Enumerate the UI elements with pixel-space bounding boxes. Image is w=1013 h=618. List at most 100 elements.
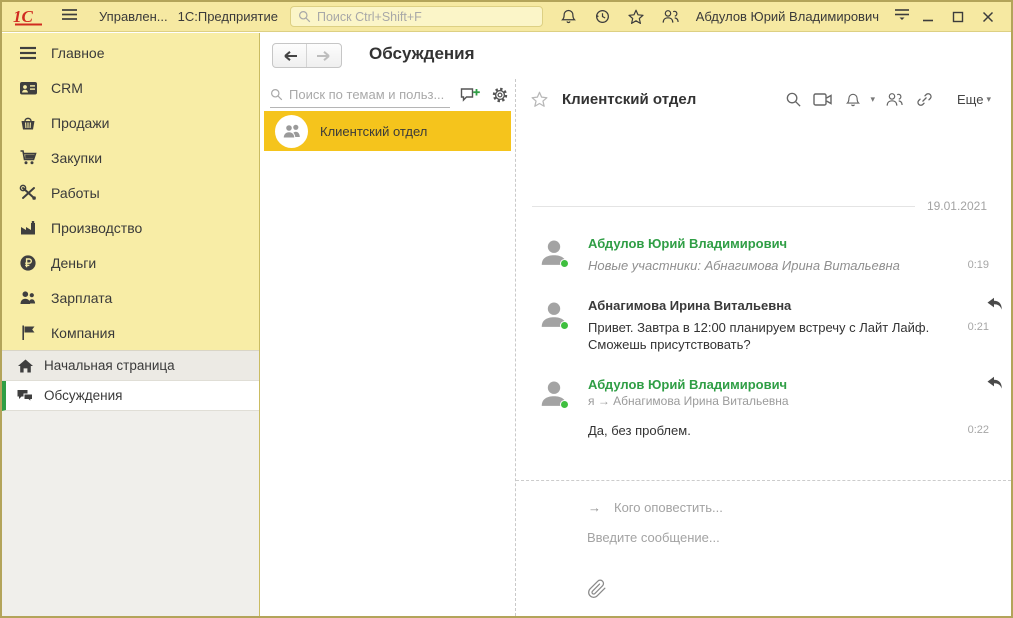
sidebar-item-label: Продажи: [51, 115, 109, 131]
sidebar-item-label: Производство: [51, 220, 142, 236]
window-title: Управлен...: [99, 9, 168, 24]
maximize-button[interactable]: [943, 5, 973, 29]
svg-text:1С: 1С: [13, 7, 34, 26]
date-separator-line: [532, 206, 915, 207]
message-time: 0:22: [968, 422, 989, 436]
global-search-placeholder: Поиск Ctrl+Shift+F: [317, 10, 422, 24]
more-caret-icon: ▾: [986, 94, 991, 105]
message-author[interactable]: Абнагимова Ирина Витальевна: [588, 297, 1003, 314]
discussions-people-icon[interactable]: [661, 7, 680, 26]
chat-settings-button[interactable]: [490, 84, 511, 106]
nav-buttons: [272, 43, 342, 68]
message-abdulov-reply: Абдулов Юрий Владимирович я → Абнагимова…: [538, 376, 1003, 440]
message-recipient-line: я → Абнагимова Ирина Витальевна: [588, 393, 1003, 409]
tools-icon: [18, 183, 38, 203]
sidebar-item-proizvodstvo[interactable]: Производство: [2, 210, 259, 245]
tab-label: Начальная страница: [44, 358, 175, 373]
sidebar-item-label: Закупки: [51, 150, 102, 166]
new-discussion-icon: [460, 86, 481, 104]
date-separator: 19.01.2021: [532, 199, 987, 213]
sidebar-item-label: Компания: [51, 325, 115, 341]
minimize-button[interactable]: [913, 5, 943, 29]
sidebar-item-zarplata[interactable]: Зарплата: [2, 280, 259, 315]
flag-icon: [18, 323, 38, 343]
sidebar-item-raboty[interactable]: Работы: [2, 175, 259, 210]
online-status-dot: [560, 400, 569, 409]
sidebar-item-label: CRM: [51, 80, 83, 96]
video-call-icon[interactable]: [812, 90, 834, 110]
sidebar-item-label: Главное: [51, 45, 105, 61]
favorites-star-icon[interactable]: [627, 7, 646, 26]
online-status-dot: [560, 321, 569, 330]
sidebar-item-label: Работы: [51, 185, 100, 201]
sidebar-item-glavnoe[interactable]: Главное: [2, 35, 259, 70]
employees-icon: [18, 288, 38, 308]
reply-arrow-icon[interactable]: [986, 297, 1003, 316]
conversation-title: Клиентский отдел: [562, 91, 696, 108]
attach-file-button[interactable]: [587, 579, 607, 604]
message-input[interactable]: Введите сообщение...: [587, 530, 991, 545]
sidebar-item-zakupki[interactable]: Закупки: [2, 140, 259, 175]
history-icon[interactable]: [593, 7, 612, 26]
chat-search-input[interactable]: Поиск по темам и польз...: [270, 83, 450, 108]
more-menu-button[interactable]: Еще ▾: [957, 92, 991, 107]
message-author[interactable]: Абдулов Юрий Владимирович: [588, 376, 1003, 393]
notifications-bell-icon[interactable]: [559, 7, 578, 26]
tab-discussions[interactable]: Обсуждения: [2, 381, 259, 411]
reply-arrow-icon[interactable]: [986, 376, 1003, 395]
shopping-cart-icon: [18, 148, 38, 168]
favorite-star-icon[interactable]: [530, 90, 549, 109]
message-input-placeholder: Введите сообщение...: [587, 530, 720, 545]
back-button[interactable]: [273, 44, 307, 67]
forward-button[interactable]: [307, 44, 341, 67]
message-text: Привет. Завтра в 12:00 планируем встречу…: [588, 319, 960, 354]
sidebar-tabs: Начальная страница Обсуждения: [2, 350, 259, 411]
sidebar-item-prodazhi[interactable]: Продажи: [2, 105, 259, 140]
bell-dropdown-caret-icon[interactable]: ▾: [870, 94, 875, 105]
menu-lines-icon: [18, 43, 38, 63]
new-discussion-button[interactable]: [459, 84, 480, 106]
discussions-icon: [16, 387, 34, 405]
notify-field[interactable]: → Кого оповестить...: [588, 500, 723, 515]
tab-home-page[interactable]: Начальная страница: [2, 351, 259, 381]
sidebar-menu: Главное CRM Продажи Закупки Работы Произ: [2, 33, 259, 350]
app-name: 1С:Предприятие: [178, 9, 278, 24]
basket-icon: [18, 113, 38, 133]
message-author[interactable]: Абдулов Юрий Владимирович: [588, 235, 1003, 252]
close-button[interactable]: [973, 5, 1003, 29]
search-icon[interactable]: [782, 90, 804, 110]
group-avatar-icon: [275, 115, 308, 148]
main-area: Обсуждения Поиск по темам и польз...: [261, 33, 1011, 616]
conversation-panel: Клиентский отдел ▾: [515, 79, 1011, 616]
current-user[interactable]: Абдулов Юрий Владимирович: [696, 9, 879, 24]
main-menu-icon[interactable]: [58, 5, 81, 29]
sidebar: Главное CRM Продажи Закупки Работы Произ: [2, 33, 260, 616]
chat-search-placeholder: Поиск по темам и польз...: [289, 87, 444, 102]
link-icon[interactable]: [913, 90, 935, 110]
sidebar-item-dengi[interactable]: Деньги: [2, 245, 259, 280]
home-icon: [16, 357, 34, 375]
notifications-bell-icon[interactable]: [842, 90, 864, 110]
page-title: Обсуждения: [369, 44, 475, 64]
sidebar-item-kompaniya[interactable]: Компания: [2, 315, 259, 350]
global-search-input[interactable]: Поиск Ctrl+Shift+F: [290, 6, 543, 27]
service-menu-icon[interactable]: [891, 5, 913, 29]
app-window: 1С Управлен... 1С:Предприятие Поиск Ctrl…: [0, 0, 1013, 618]
window-controls: [913, 5, 1003, 29]
chat-item-title: Клиентский отдел: [320, 124, 427, 139]
paperclip-icon: [587, 579, 607, 599]
chat-list-toolbar: Поиск по темам и польз...: [270, 82, 511, 108]
ruble-coin-icon: [18, 253, 38, 273]
message-text: Да, без проблем.: [588, 422, 960, 440]
titlebar-icons: [559, 7, 680, 26]
sidebar-item-label: Деньги: [51, 255, 96, 271]
conversation-header: Клиентский отдел ▾: [516, 79, 1011, 114]
chat-list-item-klientskiy-otdel[interactable]: Клиентский отдел: [264, 111, 511, 151]
tab-label: Обсуждения: [44, 388, 122, 403]
sidebar-item-crm[interactable]: CRM: [2, 70, 259, 105]
message-system-text: Новые участники: Абнагимова Ирина Виталь…: [588, 257, 960, 275]
chat-list-panel: Поиск по темам и польз... Клиентский отд…: [261, 79, 515, 616]
members-icon[interactable]: [883, 90, 905, 110]
notify-arrow-icon: →: [588, 500, 601, 515]
date-separator-label: 19.01.2021: [927, 199, 987, 213]
